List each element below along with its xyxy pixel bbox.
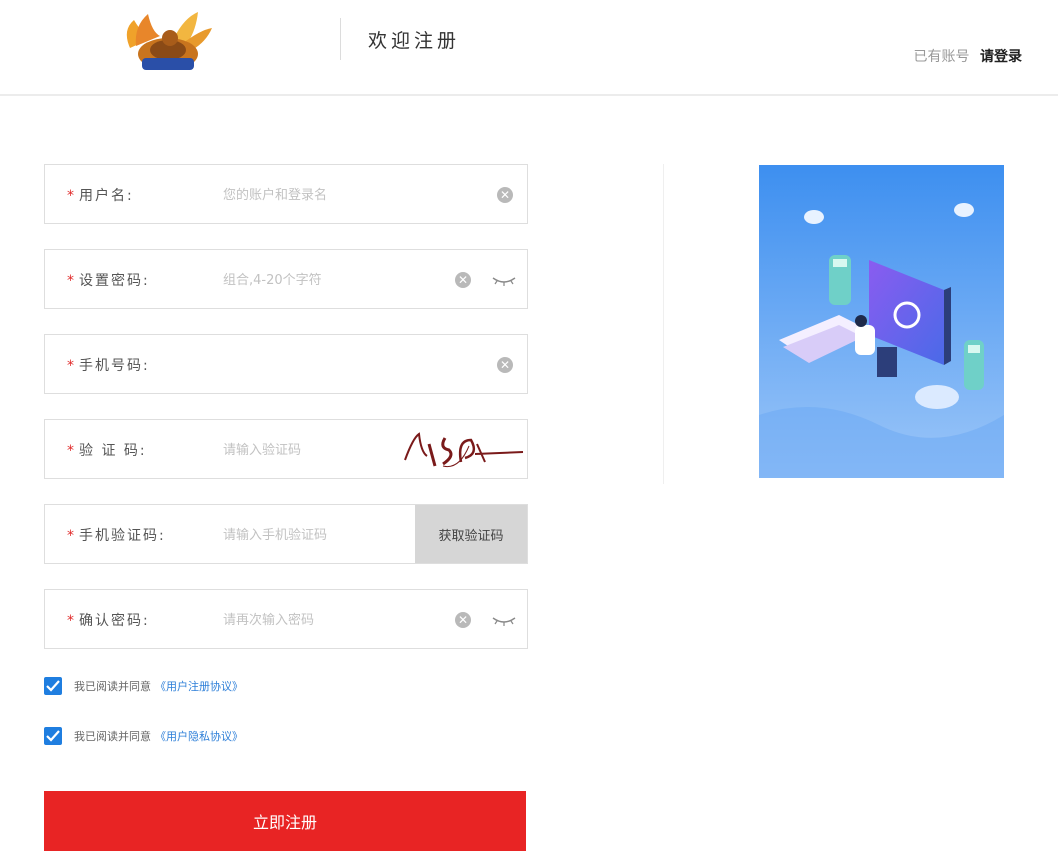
content-divider	[663, 164, 664, 484]
required-mark: *	[67, 528, 76, 544]
password-label-text: 设置密码:	[79, 273, 150, 289]
eye-closed-icon[interactable]	[491, 612, 517, 628]
login-area: 已有账号 请登录	[914, 46, 1022, 66]
login-link[interactable]: 请登录	[980, 49, 1022, 65]
captcha-image[interactable]	[399, 426, 527, 474]
clear-icon[interactable]: ✕	[497, 187, 513, 203]
eye-closed-icon[interactable]	[491, 272, 517, 288]
required-mark: *	[67, 613, 76, 629]
clear-icon[interactable]: ✕	[497, 357, 513, 373]
registration-illustration	[759, 165, 1004, 478]
captcha-field: * 验 证 码:	[44, 419, 528, 479]
captcha-label-text: 验 证 码:	[79, 443, 147, 459]
password-field: * 设置密码: ✕	[44, 249, 528, 309]
agreement-prefix: 我已阅读并同意	[74, 730, 151, 743]
password-label: * 设置密码:	[67, 270, 150, 290]
confirm-password-label-text: 确认密码:	[79, 613, 150, 629]
agreement-register: 我已阅读并同意 《用户注册协议》	[44, 674, 528, 698]
confirm-password-label: * 确认密码:	[67, 610, 150, 630]
registration-form: *用户名: ✕ *设置密码: ✕ *手机号码: ✕ *验 证 码:	[44, 164, 528, 748]
phone-input[interactable]	[223, 351, 403, 379]
clear-icon[interactable]: ✕	[455, 272, 471, 288]
required-mark: *	[67, 443, 76, 459]
required-mark: *	[67, 188, 76, 204]
phone-label-text: 手机号码:	[79, 358, 150, 374]
login-hint: 已有账号	[913, 49, 970, 65]
agree-privacy-checkbox[interactable]	[44, 727, 62, 745]
privacy-agreement-link[interactable]: 《用户隐私协议》	[155, 728, 243, 744]
site-logo[interactable]	[112, 8, 224, 78]
check-icon	[46, 730, 60, 742]
username-label-text: 用户名:	[79, 188, 134, 204]
captcha-input[interactable]	[223, 436, 403, 464]
password-input[interactable]	[223, 266, 403, 294]
username-field: *用户名: ✕	[44, 164, 528, 224]
page-header: 欢迎注册 已有账号 请登录	[0, 0, 1058, 96]
clear-icon[interactable]: ✕	[455, 612, 471, 628]
register-agreement-link[interactable]: 《用户注册协议》	[155, 678, 243, 694]
page-title: 欢迎注册	[368, 30, 461, 52]
phone-label: * 手机号码:	[67, 355, 150, 375]
agreement-prefix: 我已阅读并同意	[74, 680, 151, 693]
phone-field: * 手机号码: ✕	[44, 334, 528, 394]
agreement-privacy: 我已阅读并同意 《用户隐私协议》	[44, 724, 528, 748]
confirm-password-field: * 确认密码: ✕	[44, 589, 528, 649]
sms-code-field: *手机验证码: 获取验证码	[44, 504, 528, 564]
required-mark: *	[67, 273, 76, 289]
header-divider	[340, 18, 341, 60]
register-button[interactable]: 立即注册	[44, 791, 526, 851]
agree-register-checkbox[interactable]	[44, 677, 62, 695]
username-label: * 用户名:	[67, 185, 134, 205]
required-mark: *	[67, 358, 76, 374]
sms-code-label-text: 手机验证码:	[79, 528, 166, 544]
sms-code-label: * 手机验证码:	[67, 525, 166, 545]
confirm-password-input[interactable]	[223, 606, 403, 634]
check-icon	[46, 680, 60, 692]
sms-code-input[interactable]	[223, 521, 403, 549]
captcha-label: * 验 证 码:	[67, 440, 147, 460]
username-input[interactable]	[223, 181, 403, 209]
get-sms-code-button[interactable]: 获取验证码	[415, 505, 527, 563]
